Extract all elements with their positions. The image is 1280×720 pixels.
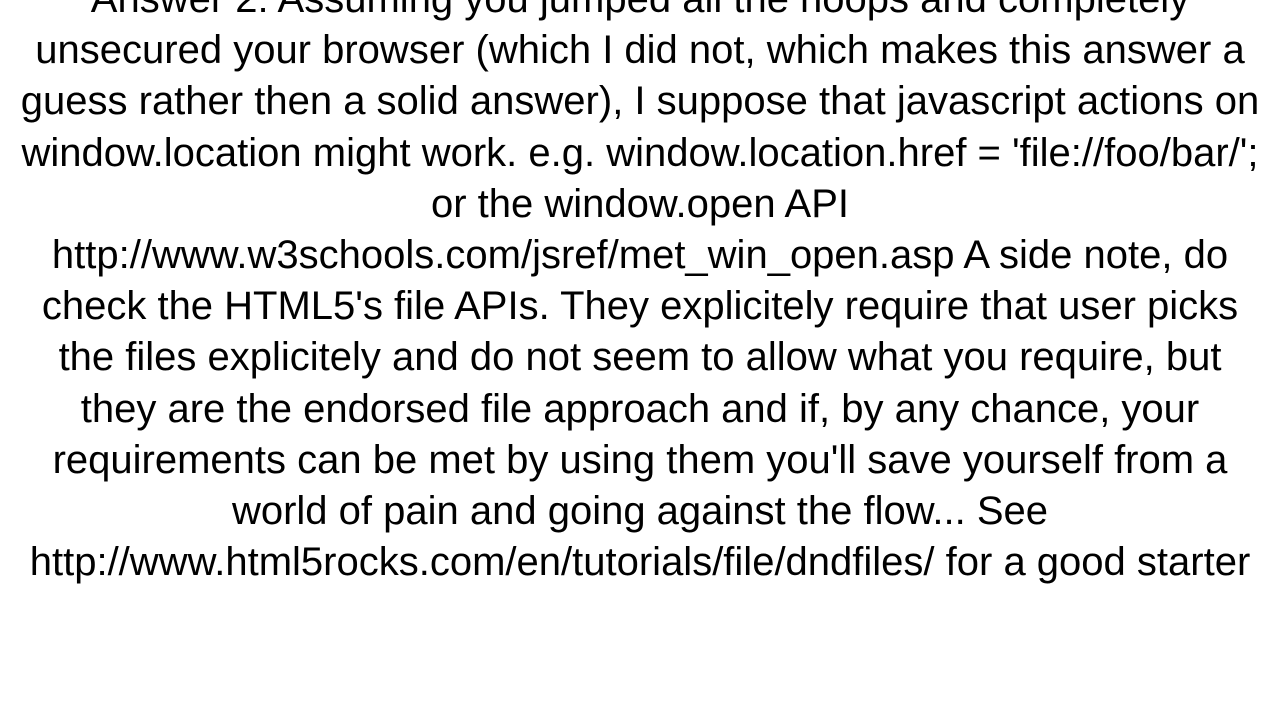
answer-text: Answer 2: Assuming you jumped all the ho…: [0, 0, 1280, 588]
